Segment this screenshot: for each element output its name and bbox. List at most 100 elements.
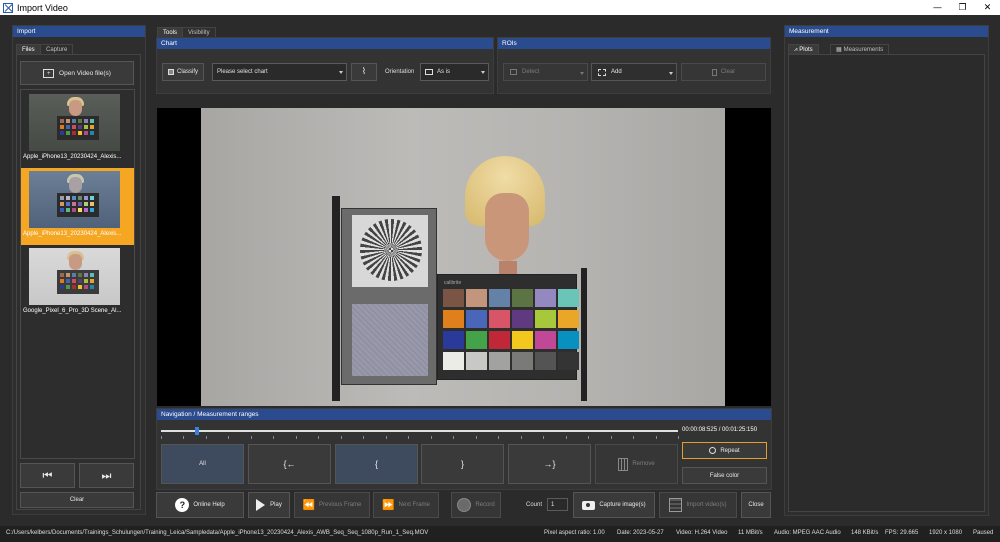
status-bar: C:/Users/kelbers/Documents/Trainings_Sch…	[0, 526, 1000, 542]
classify-label: Classify	[176, 69, 198, 75]
last-file-button[interactable]: ⏭	[79, 463, 134, 488]
online-help-label: Online Help	[193, 502, 225, 508]
next-frame-button[interactable]: ⏩ Next Frame	[373, 492, 439, 518]
timeline-tick	[453, 436, 455, 439]
play-label: Play	[270, 502, 282, 508]
add-roi-button[interactable]: Add	[591, 63, 677, 81]
range-end-next-button[interactable]: →}	[508, 444, 591, 484]
close-window-button[interactable]: ✕	[975, 3, 1000, 13]
tab-capture[interactable]: Capture	[40, 44, 74, 54]
chart-header: Chart	[157, 38, 493, 49]
tab-files[interactable]: Files	[16, 44, 41, 54]
previous-frame-label: Previous Frame	[319, 502, 362, 508]
close-button[interactable]: Close	[741, 492, 771, 518]
restore-button[interactable]: ❐	[950, 3, 975, 13]
tab-visibility[interactable]: Visibility	[182, 27, 216, 37]
app-icon	[3, 2, 13, 13]
clear-roi-button[interactable]: Clear	[681, 63, 766, 81]
orientation-value: As is	[437, 69, 451, 75]
repeat-button[interactable]: Repeat	[682, 442, 767, 459]
orientation-select[interactable]: As is	[420, 63, 489, 81]
detect-select[interactable]: Detect	[503, 63, 588, 81]
clear-files-button[interactable]: Clear	[20, 492, 134, 508]
skip-last-icon: ⏭	[101, 468, 112, 482]
status-audio-rate: 148 KBit/s	[851, 530, 879, 536]
count-spinbox[interactable]: 1	[547, 498, 568, 511]
classify-icon	[167, 69, 174, 75]
rewind-icon: ⏪	[302, 499, 316, 511]
time-readout: 00:00:08:525 / 00:01:25:150	[682, 427, 758, 433]
chart-select[interactable]: Please select chart	[212, 63, 347, 81]
timeline-tick	[543, 436, 545, 439]
range-open-button[interactable]: {	[335, 444, 418, 484]
play-button[interactable]: Play	[248, 492, 290, 518]
table-icon: ▦	[836, 46, 844, 53]
image-icon	[425, 69, 433, 75]
timeline-tick	[385, 436, 387, 439]
file-name: Apple_iPhone13_20230424_Alexis...	[23, 154, 122, 160]
file-name: Google_Pixel_6_Pro_3D Scene_Al...	[23, 308, 122, 314]
file-item[interactable]: Google_Pixel_6_Pro_3D Scene_Al...	[21, 245, 134, 322]
window-title: Import Video	[17, 2, 68, 13]
open-video-button[interactable]: + Open Video file(s)	[20, 61, 134, 85]
count-value: 1	[551, 501, 555, 508]
range-end-next-label: →}	[543, 459, 556, 469]
film-icon	[669, 498, 683, 512]
file-thumbnail	[29, 171, 120, 228]
file-item-selected[interactable]: Apple_iPhone13_20230424_Alexis...	[21, 168, 134, 245]
tab-measurements[interactable]: ▦ Measurements	[830, 44, 890, 54]
status-bitrate: 11 MBit/s	[738, 530, 763, 536]
video-viewport[interactable]: calibrite	[157, 108, 771, 406]
plots-area	[788, 54, 985, 512]
timeline-tick	[498, 436, 500, 439]
timeline-tick	[183, 436, 185, 439]
minimize-button[interactable]: —	[925, 3, 950, 13]
skip-first-icon: ⏮	[42, 468, 53, 482]
fast-forward-icon: ⏩	[382, 499, 395, 511]
tab-tools[interactable]: Tools	[157, 27, 184, 37]
add-roi-icon	[598, 68, 606, 76]
capture-images-button[interactable]: Capture image(s)	[573, 492, 655, 518]
range-start-prev-button[interactable]: {←	[248, 444, 331, 484]
range-start-prev-label: {←	[283, 459, 296, 469]
tab-plots[interactable]: ⩘ Plots	[788, 44, 819, 54]
timeline-ticks	[161, 436, 679, 439]
timeline-handle[interactable]	[195, 427, 200, 435]
remove-range-button[interactable]: Remove	[595, 444, 678, 484]
timeline-tick	[161, 436, 162, 439]
previous-frame-button[interactable]: ⏪ Previous Frame	[294, 492, 370, 518]
first-file-button[interactable]: ⏮	[20, 463, 75, 488]
measurement-header: Measurement	[785, 26, 988, 37]
title-bar: Import Video — ❐ ✕	[0, 0, 1000, 15]
classify-button[interactable]: Classify	[162, 63, 204, 81]
detect-icon	[510, 69, 517, 75]
timeline-tick	[520, 436, 522, 439]
repeat-icon	[709, 447, 717, 454]
file-name: Apple_iPhone13_20230424_Alexis...	[23, 231, 122, 237]
remove-range-label: Remove	[632, 461, 655, 467]
count-label: Count	[526, 502, 543, 508]
timeline-tick	[363, 436, 365, 439]
add-roi-label: Add	[611, 69, 622, 75]
attach-chart-button[interactable]: ⌇	[351, 63, 377, 81]
open-video-icon: +	[43, 68, 55, 78]
orientation-label: Orientation	[385, 69, 415, 75]
select-all-label: All	[199, 461, 206, 467]
timeline-tick	[340, 436, 342, 439]
rois-header: ROIs	[498, 38, 770, 49]
record-button[interactable]: Record	[451, 492, 501, 518]
range-close-button[interactable]: }	[421, 444, 504, 484]
camera-icon	[582, 500, 596, 510]
timeline-track[interactable]	[161, 430, 678, 432]
false-color-button[interactable]: False color	[682, 467, 767, 484]
select-all-range-button[interactable]: All	[161, 444, 244, 484]
help-icon: ?	[175, 498, 190, 512]
tab-plots-label: Plots	[799, 47, 813, 53]
range-close-label: }	[460, 459, 464, 469]
mannequin-face	[485, 193, 529, 261]
paperclip-icon: ⌇	[361, 67, 367, 77]
import-videos-button[interactable]: Import video(s)	[659, 492, 737, 518]
timeline-tick	[318, 436, 320, 439]
file-item[interactable]: Apple_iPhone13_20230424_Alexis...	[21, 91, 134, 168]
online-help-button[interactable]: ? Online Help	[156, 492, 244, 518]
